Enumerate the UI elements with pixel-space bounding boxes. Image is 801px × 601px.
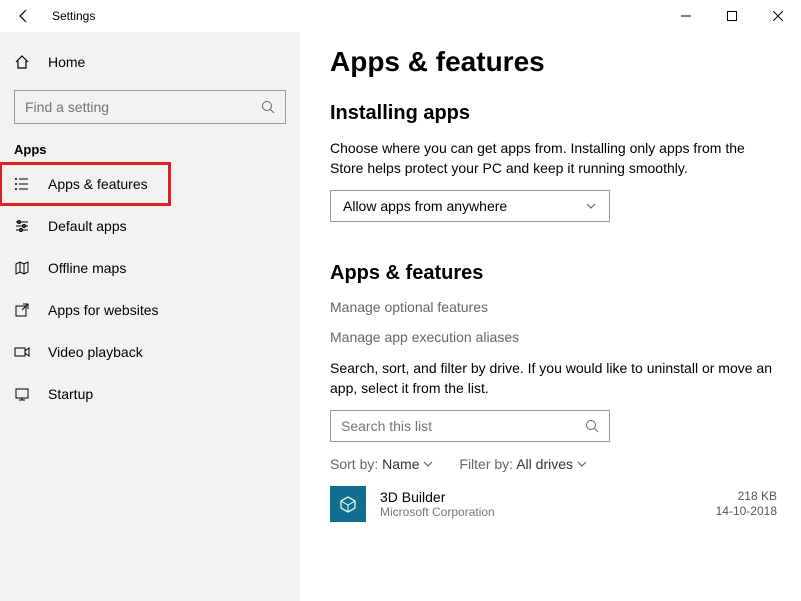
filter-control[interactable]: Filter by: All drives	[459, 456, 587, 472]
sort-label: Sort by:	[330, 456, 378, 472]
dropdown-value: Allow apps from anywhere	[343, 198, 507, 214]
minimize-button[interactable]	[663, 0, 709, 32]
sort-value: Name	[382, 456, 419, 472]
main-content: Apps & features Installing apps Choose w…	[300, 32, 801, 601]
sort-filter-row: Sort by: Name Filter by: All drives	[330, 456, 781, 472]
sidebar-item-apps-websites[interactable]: Apps for websites	[0, 289, 300, 331]
app-date: 14-10-2018	[716, 504, 777, 520]
app-icon	[330, 486, 366, 522]
titlebar: Settings	[0, 0, 801, 32]
app-publisher: Microsoft Corporation	[380, 505, 702, 519]
app-list-search-input[interactable]	[341, 418, 585, 434]
sidebar-item-offline-maps[interactable]: Offline maps	[0, 247, 300, 289]
defaults-icon	[14, 218, 30, 234]
home-label: Home	[48, 54, 85, 70]
open-icon	[14, 302, 30, 318]
chevron-down-icon	[585, 200, 597, 212]
startup-icon	[14, 386, 30, 402]
chevron-down-icon	[577, 456, 587, 472]
home-link[interactable]: Home	[0, 44, 300, 80]
sidebar-item-default-apps[interactable]: Default apps	[0, 205, 300, 247]
search-icon	[585, 419, 599, 433]
sidebar-item-label: Apps for websites	[48, 302, 159, 318]
close-button[interactable]	[755, 0, 801, 32]
sidebar-item-video-playback[interactable]: Video playback	[0, 331, 300, 373]
apps-features-subheading: Apps & features	[330, 262, 781, 285]
sidebar-item-label: Video playback	[48, 344, 143, 360]
window-title: Settings	[52, 9, 95, 23]
app-name: 3D Builder	[380, 489, 702, 505]
sidebar-item-startup[interactable]: Startup	[0, 373, 300, 415]
app-list-item[interactable]: 3D Builder Microsoft Corporation 218 KB …	[330, 486, 781, 522]
back-button[interactable]	[14, 6, 34, 26]
sidebar-item-label: Default apps	[48, 218, 127, 234]
sidebar-category: Apps	[14, 142, 300, 157]
manage-aliases-link[interactable]: Manage app execution aliases	[330, 329, 781, 345]
sort-control[interactable]: Sort by: Name	[330, 456, 433, 472]
chevron-down-icon	[423, 456, 433, 472]
video-icon	[14, 344, 30, 360]
page-title: Apps & features	[330, 46, 781, 78]
maximize-button[interactable]	[709, 0, 755, 32]
sidebar: Home Apps Apps & features Default apps	[0, 32, 300, 601]
settings-search[interactable]	[14, 90, 286, 124]
manage-optional-link[interactable]: Manage optional features	[330, 299, 781, 315]
app-list-search[interactable]	[330, 410, 610, 442]
sidebar-item-label: Offline maps	[48, 260, 126, 276]
window-controls	[663, 0, 801, 32]
app-size: 218 KB	[716, 489, 777, 505]
search-icon	[261, 100, 275, 114]
sidebar-item-label: Startup	[48, 386, 93, 402]
map-icon	[14, 260, 30, 276]
sidebar-item-label: Apps & features	[48, 176, 148, 192]
filter-description: Search, sort, and filter by drive. If yo…	[330, 359, 781, 398]
filter-label: Filter by:	[459, 456, 513, 472]
install-source-dropdown[interactable]: Allow apps from anywhere	[330, 190, 610, 222]
list-icon	[14, 176, 30, 192]
installing-description: Choose where you can get apps from. Inst…	[330, 139, 781, 178]
home-icon	[14, 54, 30, 70]
installing-heading: Installing apps	[330, 102, 781, 125]
filter-value: All drives	[516, 456, 573, 472]
settings-search-input[interactable]	[25, 99, 261, 115]
sidebar-item-apps-features[interactable]: Apps & features	[0, 163, 170, 205]
